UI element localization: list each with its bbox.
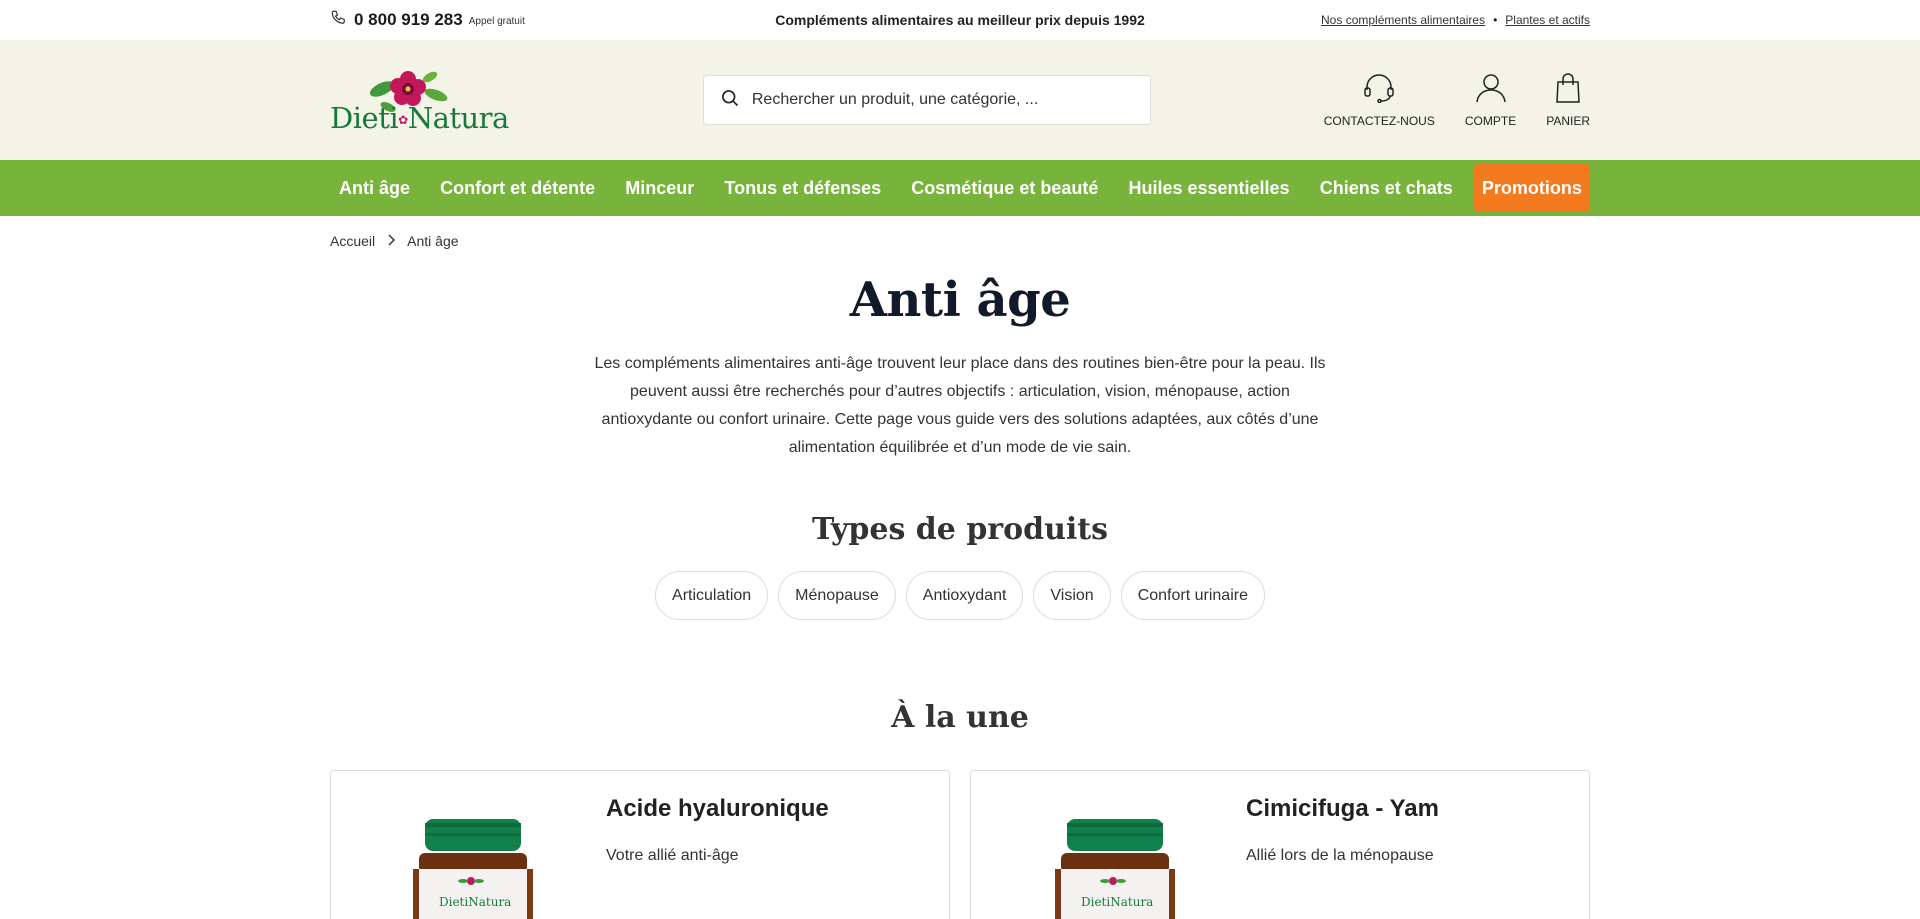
cart-button[interactable]: PANIER — [1546, 72, 1590, 128]
nav-item-minceur[interactable]: Minceur — [616, 178, 703, 199]
chip-articulation[interactable]: Articulation — [655, 571, 769, 620]
nav-item-tonus[interactable]: Tonus et défenses — [715, 178, 890, 199]
product-image[interactable]: DietiNatura — [411, 819, 535, 919]
breadcrumb-home[interactable]: Accueil — [330, 233, 375, 249]
nav-item-huiles[interactable]: Huiles essentielles — [1119, 178, 1298, 199]
main-nav: Anti âge Confort et détente Minceur Tonu… — [0, 160, 1920, 216]
top-bar: 0 800 919 283 Appel gratuit Compléments … — [0, 0, 1920, 40]
user-icon — [1475, 73, 1507, 106]
page-title: Anti âge — [849, 272, 1071, 328]
link-complements[interactable]: Nos compléments alimentaires — [1321, 13, 1485, 27]
product-subtitle: Allié lors de la ménopause — [1246, 847, 1434, 864]
logo-text: Dieti✿Natura — [330, 101, 509, 135]
breadcrumb-current: Anti âge — [407, 233, 459, 249]
phone-note: Appel gratuit — [468, 15, 525, 27]
bag-icon — [1555, 72, 1581, 106]
product-types: Articulation Ménopause Antioxydant Visio… — [330, 571, 1590, 620]
product-label: DietiNatura — [439, 895, 512, 909]
top-links: Nos compléments alimentaires • Plantes e… — [1321, 13, 1590, 27]
tagline: Compléments alimentaires au meilleur pri… — [775, 12, 1145, 28]
phone-icon — [330, 9, 348, 32]
featured-title: À la une — [891, 700, 1029, 735]
account-button[interactable]: COMPTE — [1465, 73, 1516, 128]
breadcrumb: Accueil Anti âge — [330, 216, 1590, 249]
nav-item-cosmetique[interactable]: Cosmétique et beauté — [902, 178, 1107, 199]
product-image[interactable]: DietiNatura — [1053, 819, 1177, 919]
header: Dieti✿Natura CONTACTEZ-NOUS COMPTE — [0, 40, 1920, 160]
product-subtitle: Votre allié anti-âge — [606, 847, 739, 864]
nav-item-anti-age[interactable]: Anti âge — [330, 178, 419, 199]
search-input[interactable] — [751, 91, 1134, 109]
search-bar[interactable] — [702, 75, 1151, 125]
featured-products: DietiNatura Acide hyaluronique Votre all… — [330, 770, 1590, 919]
types-title: Types de produits — [811, 512, 1109, 547]
phone-contact[interactable]: 0 800 919 283 Appel gratuit — [330, 9, 525, 32]
contact-label: CONTACTEZ-NOUS — [1323, 113, 1435, 128]
chip-confort-urinaire[interactable]: Confort urinaire — [1120, 571, 1265, 620]
link-separator: • — [1493, 13, 1498, 27]
nav-item-chiens-chats[interactable]: Chiens et chats — [1311, 178, 1462, 199]
chip-vision[interactable]: Vision — [1033, 571, 1111, 620]
search-icon[interactable] — [720, 88, 740, 113]
headset-icon — [1362, 73, 1396, 106]
product-name[interactable]: Acide hyaluronique — [606, 795, 829, 823]
chip-antioxydant[interactable]: Antioxydant — [905, 571, 1024, 620]
product-card[interactable]: DietiNatura Acide hyaluronique Votre all… — [330, 770, 950, 919]
header-actions: CONTACTEZ-NOUS COMPTE PANIER — [1324, 72, 1590, 128]
main-content: Accueil Anti âge Anti âge Les complément… — [330, 216, 1590, 919]
phone-number[interactable]: 0 800 919 283 — [354, 10, 463, 30]
chip-menopause[interactable]: Ménopause — [778, 571, 896, 620]
nav-item-promotions[interactable]: Promotions — [1473, 164, 1590, 212]
link-plantes[interactable]: Plantes et actifs — [1505, 13, 1590, 27]
product-card[interactable]: DietiNatura Cimicifuga - Yam Allié lors … — [970, 770, 1590, 919]
product-label: DietiNatura — [1081, 895, 1154, 909]
nav-item-confort[interactable]: Confort et détente — [431, 178, 604, 199]
chevron-right-icon — [387, 233, 396, 249]
account-label: COMPTE — [1464, 113, 1517, 128]
cart-label: PANIER — [1546, 113, 1590, 128]
logo[interactable]: Dieti✿Natura — [330, 65, 530, 135]
product-name[interactable]: Cimicifuga - Yam — [1246, 795, 1439, 823]
contact-button[interactable]: CONTACTEZ-NOUS — [1324, 73, 1435, 128]
page-intro: Les compléments alimentaires anti-âge tr… — [594, 355, 1326, 456]
